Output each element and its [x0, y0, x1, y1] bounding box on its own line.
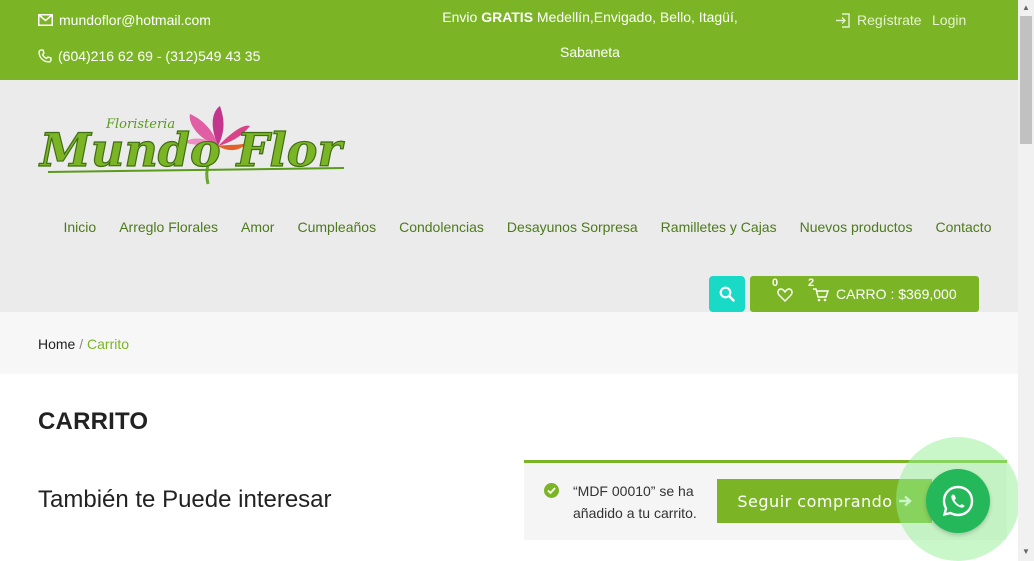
scrollbar[interactable]: ▲ ▼ — [1018, 0, 1034, 561]
cart-icon — [813, 288, 829, 302]
check-icon — [544, 483, 559, 498]
scroll-down-arrow[interactable]: ▼ — [1022, 547, 1030, 556]
whatsapp-icon — [942, 485, 974, 517]
nav-item-ramilletes-y-cajas[interactable]: Ramilletes y Cajas — [649, 219, 788, 235]
logo-graphic: Floristeria Mundo Flor — [37, 106, 346, 185]
scroll-thumb[interactable] — [1020, 16, 1032, 144]
whatsapp-button[interactable] — [926, 469, 990, 533]
nav-item-inicio[interactable]: Inicio — [52, 219, 108, 235]
nav-item-contacto[interactable]: Contacto — [924, 219, 1003, 235]
nav-item-condolencias[interactable]: Condolencias — [388, 219, 496, 235]
sign-in-icon — [836, 12, 850, 28]
search-icon — [719, 286, 735, 302]
phone-contact[interactable]: (604)216 62 69 - (312)549 43 35 — [38, 48, 260, 64]
nav-item-amor[interactable]: Amor — [230, 219, 286, 235]
related-products-title: También te Puede interesar — [38, 486, 332, 513]
login-label: Login — [932, 12, 967, 28]
login-link[interactable]: Login — [932, 12, 966, 28]
phone-icon — [38, 49, 52, 63]
shipping-prefix: Envio — [442, 9, 482, 25]
cart-count-wrap: 2 — [808, 277, 830, 304]
breadcrumb-current: Carrito — [87, 336, 130, 352]
cart-button[interactable]: 0 2 CARRO : $369,000 — [750, 276, 979, 312]
notice-message: “MDF 00010” se ha añadido a tu carrito. — [573, 483, 697, 521]
page-title: CARRITO — [38, 408, 149, 435]
nav-item-arreglo-florales[interactable]: Arreglo Florales — [108, 219, 230, 235]
continue-shopping-label: Seguir comprando — [737, 491, 893, 511]
shipping-bold: GRATIS — [481, 9, 534, 25]
shipping-line1: Medellín,Envigado, Bello, Itagüí, — [533, 9, 738, 25]
main-nav: Inicio Arreglo Florales Amor Cumpleaños … — [52, 219, 1003, 235]
email-contact[interactable]: mundoflor@hotmail.com — [38, 12, 211, 28]
top-bar: mundoflor@hotmail.com (604)216 62 69 - (… — [0, 0, 1018, 80]
nav-item-cumpleanos[interactable]: Cumpleaños — [286, 219, 388, 235]
shipping-notice: Envio GRATIS Medellín,Envigado, Bello, I… — [440, 0, 740, 70]
scroll-up-arrow[interactable]: ▲ — [1022, 3, 1030, 12]
site-header: Floristeria Mundo Flor Inicio Arreglo Fl… — [0, 80, 1018, 312]
breadcrumb: Home / Carrito — [38, 336, 129, 352]
heart-icon — [777, 288, 793, 302]
shipping-line2: Sabaneta — [560, 44, 620, 60]
wishlist-button[interactable]: 0 — [772, 277, 794, 304]
mail-icon — [38, 14, 53, 26]
breadcrumb-bar: Home / Carrito — [0, 312, 1018, 374]
phone-text: (604)216 62 69 - (312)549 43 35 — [58, 48, 261, 64]
cart-total: CARRO : $369,000 — [836, 286, 957, 302]
breadcrumb-home[interactable]: Home — [38, 336, 75, 352]
site-logo[interactable]: Floristeria Mundo Flor — [37, 102, 350, 192]
register-label: Regístrate — [857, 12, 922, 28]
nav-item-desayunos-sorpresa[interactable]: Desayunos Sorpresa — [495, 219, 649, 235]
nav-item-nuevos-productos[interactable]: Nuevos productos — [788, 219, 924, 235]
search-button[interactable] — [709, 276, 745, 312]
register-link[interactable]: Regístrate — [835, 12, 922, 28]
email-text: mundoflor@hotmail.com — [59, 12, 211, 28]
breadcrumb-separator: / — [75, 336, 88, 352]
